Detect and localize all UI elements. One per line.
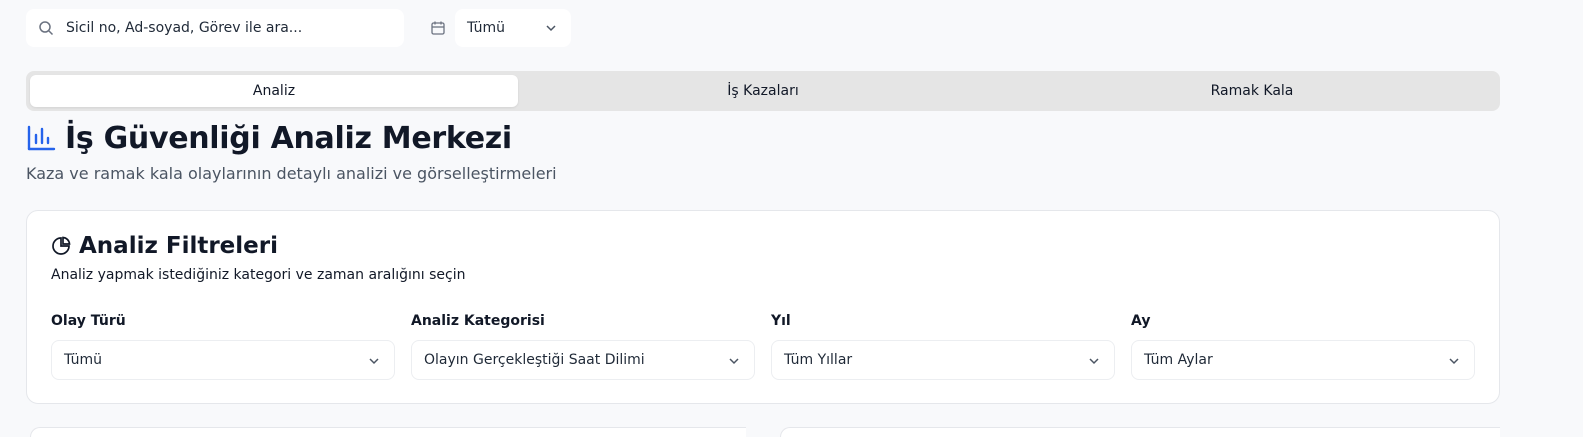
chevron-down-icon — [369, 358, 379, 365]
chevron-down-icon — [1449, 358, 1459, 365]
chevron-down-icon — [1089, 358, 1099, 365]
yil-select[interactable]: Tüm Yıllar — [771, 340, 1115, 380]
tab-analiz[interactable]: Analiz — [30, 75, 518, 107]
filter-analiz-kategorisi: Analiz Kategorisi Olayın Gerçekleştiği S… — [411, 313, 755, 380]
tab-is-kazalari[interactable]: İş Kazaları — [519, 75, 1007, 107]
filter-ay: Ay Tüm Aylar — [1131, 313, 1475, 380]
date-filter-value: Tümü — [467, 20, 506, 36]
search-icon — [39, 21, 54, 36]
filter-label: Ay — [1131, 313, 1151, 329]
analiz-kategorisi-select[interactable]: Olayın Gerçekleştiği Saat Dilimi — [411, 340, 755, 380]
page-header: İş Güvenliği Analiz Merkezi Kaza ve rama… — [26, 118, 557, 184]
page-title: İş Güvenliği Analiz Merkezi — [65, 120, 512, 156]
pie-chart-icon — [52, 236, 71, 255]
select-value: Tüm Aylar — [1144, 352, 1213, 368]
search-box[interactable] — [26, 9, 404, 47]
filters-card: Analiz Filtreleri Analiz yapmak istediği… — [26, 210, 1500, 404]
page-subtitle: Kaza ve ramak kala olaylarının detaylı a… — [26, 164, 557, 183]
next-card-right — [780, 427, 1500, 437]
search-input[interactable] — [66, 9, 396, 47]
filters-card-title: Analiz Filtreleri — [79, 233, 278, 259]
tab-bar: Analiz İş Kazaları Ramak Kala — [26, 71, 1500, 111]
ay-select[interactable]: Tüm Aylar — [1131, 340, 1475, 380]
date-filter-select[interactable]: Tümü — [455, 9, 571, 47]
chevron-down-icon — [546, 25, 556, 32]
top-bar: Tümü — [26, 9, 626, 47]
select-value: Tümü — [64, 352, 103, 368]
calendar-icon — [431, 21, 445, 35]
next-card-left — [30, 427, 746, 437]
filter-label: Olay Türü — [51, 313, 126, 329]
filters-card-description: Analiz yapmak istediğiniz kategori ve za… — [51, 267, 466, 283]
filter-olay-turu: Olay Türü Tümü — [51, 313, 395, 380]
bar-chart-icon — [27, 125, 56, 151]
filter-label: Analiz Kategorisi — [411, 313, 545, 329]
select-value: Tüm Yıllar — [784, 352, 853, 368]
select-value: Olayın Gerçekleştiği Saat Dilimi — [424, 352, 645, 368]
chevron-down-icon — [729, 358, 739, 365]
tab-ramak-kala[interactable]: Ramak Kala — [1008, 75, 1496, 107]
olay-turu-select[interactable]: Tümü — [51, 340, 395, 380]
filter-yil: Yıl Tüm Yıllar — [771, 313, 1115, 380]
filter-label: Yıl — [771, 313, 791, 329]
